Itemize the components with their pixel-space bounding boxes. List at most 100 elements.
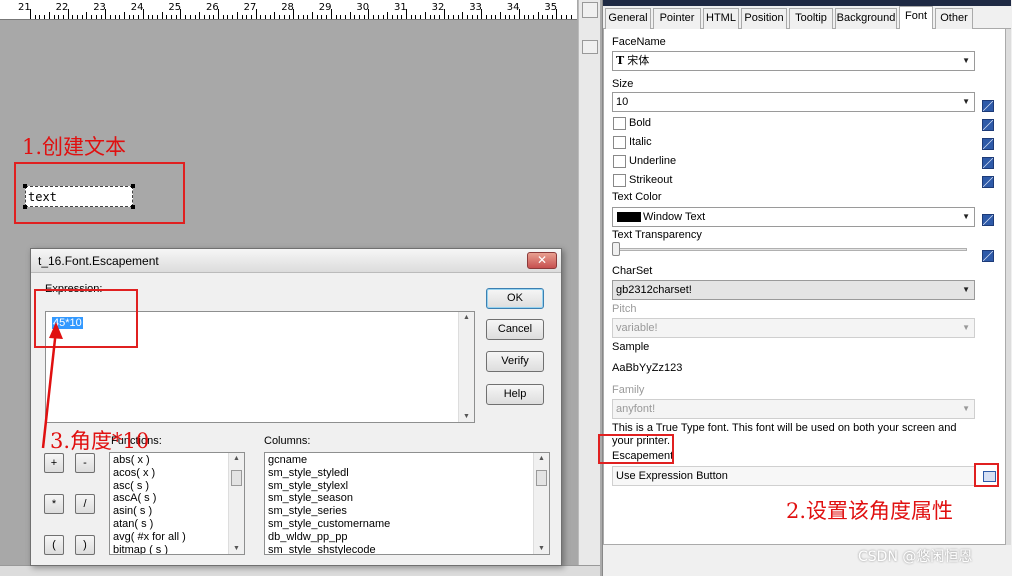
- scroll-up-icon[interactable]: ▲: [229, 455, 244, 462]
- ruler-tick: [485, 15, 487, 19]
- minus-button[interactable]: -: [75, 453, 95, 473]
- column-item[interactable]: db_wldw_pp_pp: [268, 531, 348, 543]
- ruler-tick: [542, 15, 544, 19]
- bold-checkbox[interactable]: [613, 117, 626, 130]
- scroll-up-icon[interactable]: ▲: [459, 314, 474, 321]
- function-item[interactable]: asin( s ): [113, 505, 152, 517]
- tab-pointer[interactable]: Pointer: [653, 8, 701, 29]
- expression-button-icon[interactable]: [982, 119, 994, 131]
- charset-combo[interactable]: gb2312charset! ▼: [612, 280, 975, 300]
- open-paren-button[interactable]: (: [44, 535, 64, 555]
- transparency-slider-thumb[interactable]: [612, 242, 620, 256]
- dialog-titlebar[interactable]: t_16.Font.Escapement ✕: [31, 249, 561, 273]
- close-paren-button[interactable]: ): [75, 535, 95, 555]
- tab-general[interactable]: General: [605, 8, 651, 29]
- ruler-tick: [218, 9, 219, 19]
- ruler-tick: [532, 15, 534, 19]
- ruler-tick: [161, 12, 163, 19]
- column-item[interactable]: sm_style_season: [268, 492, 353, 504]
- ruler-label: 32: [431, 2, 445, 13]
- underline-checkbox[interactable]: [613, 155, 626, 168]
- function-item[interactable]: ascA( s ): [113, 492, 156, 504]
- scroll-thumb[interactable]: [231, 470, 242, 486]
- help-button[interactable]: Help: [486, 384, 544, 405]
- function-item[interactable]: avg( #x for all ): [113, 531, 186, 543]
- size-value: 10: [616, 96, 629, 108]
- text-color-combo[interactable]: Window Text ▼: [612, 207, 975, 227]
- scroll-down-icon[interactable]: ▼: [534, 545, 549, 552]
- ruler-tick: [340, 15, 342, 19]
- facename-combo[interactable]: T 宋体 ▼: [612, 51, 975, 71]
- function-item[interactable]: acos( x ): [113, 467, 155, 479]
- columns-scrollbar[interactable]: ▲ ▼: [533, 453, 549, 554]
- escapement-field[interactable]: Use Expression Button: [612, 466, 975, 486]
- tab-background[interactable]: Background: [835, 8, 897, 29]
- ruler-tick: [91, 15, 93, 19]
- columns-list[interactable]: ▲ ▼ gcname sm_style_styledl sm_style_style…: [264, 452, 550, 555]
- column-item[interactable]: sm_style_customername: [268, 518, 390, 530]
- column-item[interactable]: sm_style_shstylecode: [268, 544, 376, 554]
- annotation-box-expression-button: [974, 463, 999, 487]
- function-item[interactable]: bitmap ( s ): [113, 544, 168, 554]
- ruler-tick: [222, 15, 224, 19]
- ruler-tick: [495, 15, 497, 19]
- ruler-tick: [401, 15, 403, 19]
- canvas-horizontal-scrollbar[interactable]: [0, 565, 600, 576]
- expression-button-icon[interactable]: [982, 157, 994, 169]
- size-combo[interactable]: 10 ▼: [612, 92, 975, 112]
- column-item[interactable]: sm_style_stylexl: [268, 480, 348, 492]
- tab-html[interactable]: HTML: [703, 8, 739, 29]
- pitch-value: variable!: [616, 322, 658, 334]
- ruler-tick: [316, 15, 318, 19]
- tab-tooltip[interactable]: Tooltip: [789, 8, 833, 29]
- scroll-thumb[interactable]: [582, 40, 598, 54]
- function-item[interactable]: abs( x ): [113, 454, 150, 466]
- pitch-combo: variable! ▼: [612, 318, 975, 338]
- expression-button-icon[interactable]: [982, 250, 994, 262]
- verify-button[interactable]: Verify: [486, 351, 544, 372]
- expression-button-icon[interactable]: [982, 100, 994, 112]
- scroll-up-icon[interactable]: ▲: [534, 455, 549, 462]
- ruler-tick: [109, 15, 111, 19]
- functions-list[interactable]: ▲ ▼ abs( x ) acos( x ) asc( s ) ascA( s ) as…: [109, 452, 245, 555]
- expression-scrollbar[interactable]: ▲ ▼: [458, 312, 474, 422]
- expression-button-icon[interactable]: [982, 176, 994, 188]
- scroll-down-icon[interactable]: ▼: [229, 545, 244, 552]
- multiply-button[interactable]: *: [44, 494, 64, 514]
- scroll-up-icon[interactable]: [582, 2, 598, 18]
- ruler-tick: [518, 9, 520, 19]
- canvas-vertical-scrollbar[interactable]: [578, 0, 600, 576]
- tab-font[interactable]: Font: [899, 6, 933, 30]
- plus-button[interactable]: +: [44, 453, 64, 473]
- ruler-label: 35: [544, 2, 558, 13]
- expression-button-icon[interactable]: [982, 214, 994, 226]
- scroll-thumb[interactable]: [536, 470, 547, 486]
- expression-button-icon[interactable]: [982, 138, 994, 150]
- scroll-down-icon[interactable]: ▼: [459, 413, 474, 420]
- ruler-tick: [72, 15, 74, 19]
- close-icon[interactable]: ✕: [527, 252, 557, 269]
- functions-scrollbar[interactable]: ▲ ▼: [228, 453, 244, 554]
- ruler-tick: [410, 15, 412, 19]
- cancel-button[interactable]: Cancel: [486, 319, 544, 340]
- tab-other[interactable]: Other: [935, 8, 973, 29]
- ruler-tick: [377, 15, 379, 19]
- family-label: Family: [612, 384, 645, 396]
- strikeout-checkbox[interactable]: [613, 174, 626, 187]
- column-item[interactable]: sm_style_series: [268, 505, 347, 517]
- function-item[interactable]: asc( s ): [113, 480, 149, 492]
- truetype-icon: T: [616, 54, 625, 67]
- annotation-box-escapement: [598, 434, 674, 464]
- ok-button[interactable]: OK: [486, 288, 544, 309]
- transparency-slider[interactable]: [612, 248, 967, 251]
- tab-position[interactable]: Position: [741, 8, 787, 29]
- divide-button[interactable]: /: [75, 494, 95, 514]
- properties-scrollbar[interactable]: [1006, 29, 1011, 545]
- ruler-tick: [471, 15, 473, 19]
- italic-checkbox[interactable]: [613, 136, 626, 149]
- properties-panel: General Pointer HTML Position Tooltip Ba…: [602, 0, 1012, 576]
- column-item[interactable]: sm_style_styledl: [268, 467, 349, 479]
- ruler-tick: [269, 15, 271, 19]
- column-item[interactable]: gcname: [268, 454, 307, 466]
- function-item[interactable]: atan( s ): [113, 518, 153, 530]
